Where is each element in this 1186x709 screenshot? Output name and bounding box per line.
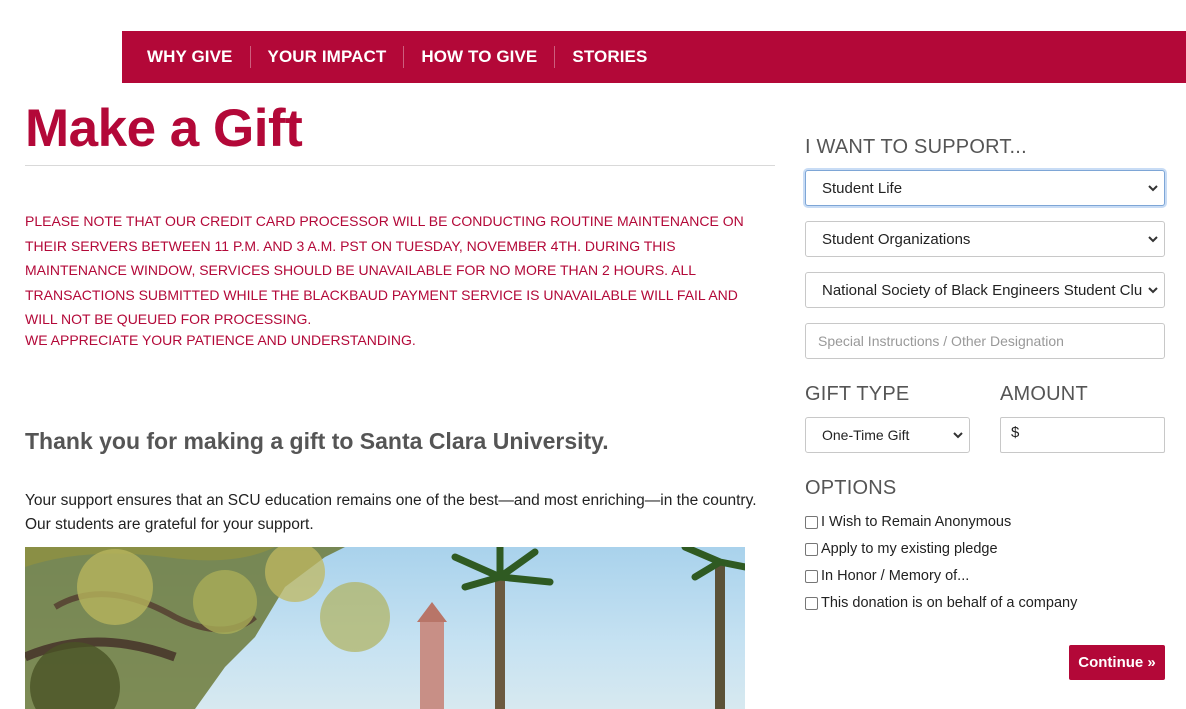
company-checkbox[interactable]	[805, 596, 818, 610]
special-instructions-input[interactable]: Special Instructions / Other Designation	[805, 323, 1165, 359]
special-instructions-placeholder: Special Instructions / Other Designation	[818, 333, 1064, 349]
chevron-down-icon	[1142, 222, 1164, 256]
amount-label: AMOUNT	[1000, 383, 1088, 405]
options-label: OPTIONS	[805, 477, 897, 499]
campus-photo	[25, 547, 745, 709]
category-select[interactable]: Student Life	[805, 170, 1165, 206]
support-text: Your support ensures that an SCU educati…	[25, 492, 757, 533]
option-label: In Honor / Memory of...	[821, 568, 970, 584]
gift-type-value: One-Time Gift	[822, 427, 910, 443]
option-anonymous: I Wish to Remain Anonymous	[805, 514, 1011, 530]
chevron-down-icon	[1142, 273, 1164, 307]
thanks-heading: Thank you for making a gift to Santa Cla…	[25, 428, 609, 454]
subcategory-select[interactable]: Student Organizations	[805, 221, 1165, 257]
nav-why-give[interactable]: WHY GIVE	[130, 46, 250, 68]
amount-currency-prefix: $	[1011, 424, 1020, 441]
option-honor-memory: In Honor / Memory of...	[805, 568, 969, 584]
patience-notice: WE APPRECIATE YOUR PATIENCE AND UNDERSTA…	[25, 332, 416, 348]
amount-input[interactable]: $	[1000, 417, 1165, 453]
option-company: This donation is on behalf of a company	[805, 595, 1077, 611]
nav-stories[interactable]: STORIES	[554, 46, 664, 68]
support-label: I WANT TO SUPPORT...	[805, 136, 1027, 158]
category-select-value: Student Life	[822, 179, 903, 197]
subcategory-select-value: Student Organizations	[822, 230, 971, 248]
anonymous-checkbox[interactable]	[805, 515, 818, 529]
gift-type-label: GIFT TYPE	[805, 383, 910, 405]
gift-type-select[interactable]: One-Time Gift	[805, 417, 970, 453]
fund-select[interactable]: National Society of Black Engineers Stud…	[805, 272, 1165, 308]
maintenance-notice: PLEASE NOTE THAT OUR CREDIT CARD PROCESS…	[25, 213, 744, 327]
nav-your-impact[interactable]: YOUR IMPACT	[249, 46, 404, 68]
nav-how-to-give[interactable]: HOW TO GIVE	[403, 46, 554, 68]
title-divider	[25, 165, 775, 166]
option-label: Apply to my existing pledge	[821, 541, 998, 557]
option-label: This donation is on behalf of a company	[821, 595, 1078, 611]
existing-pledge-checkbox[interactable]	[805, 542, 818, 556]
chevron-down-icon	[947, 418, 969, 452]
option-label: I Wish to Remain Anonymous	[821, 514, 1012, 530]
option-existing-pledge: Apply to my existing pledge	[805, 541, 998, 557]
fund-select-value: National Society of Black Engineers Stud…	[822, 281, 1142, 299]
honor-memory-checkbox[interactable]	[805, 569, 818, 583]
continue-button[interactable]: Continue »	[1069, 645, 1165, 680]
page-title: Make a Gift	[25, 99, 303, 158]
main-nav: WHY GIVE YOUR IMPACT HOW TO GIVE STORIES	[122, 31, 1186, 83]
chevron-down-icon	[1142, 171, 1164, 205]
